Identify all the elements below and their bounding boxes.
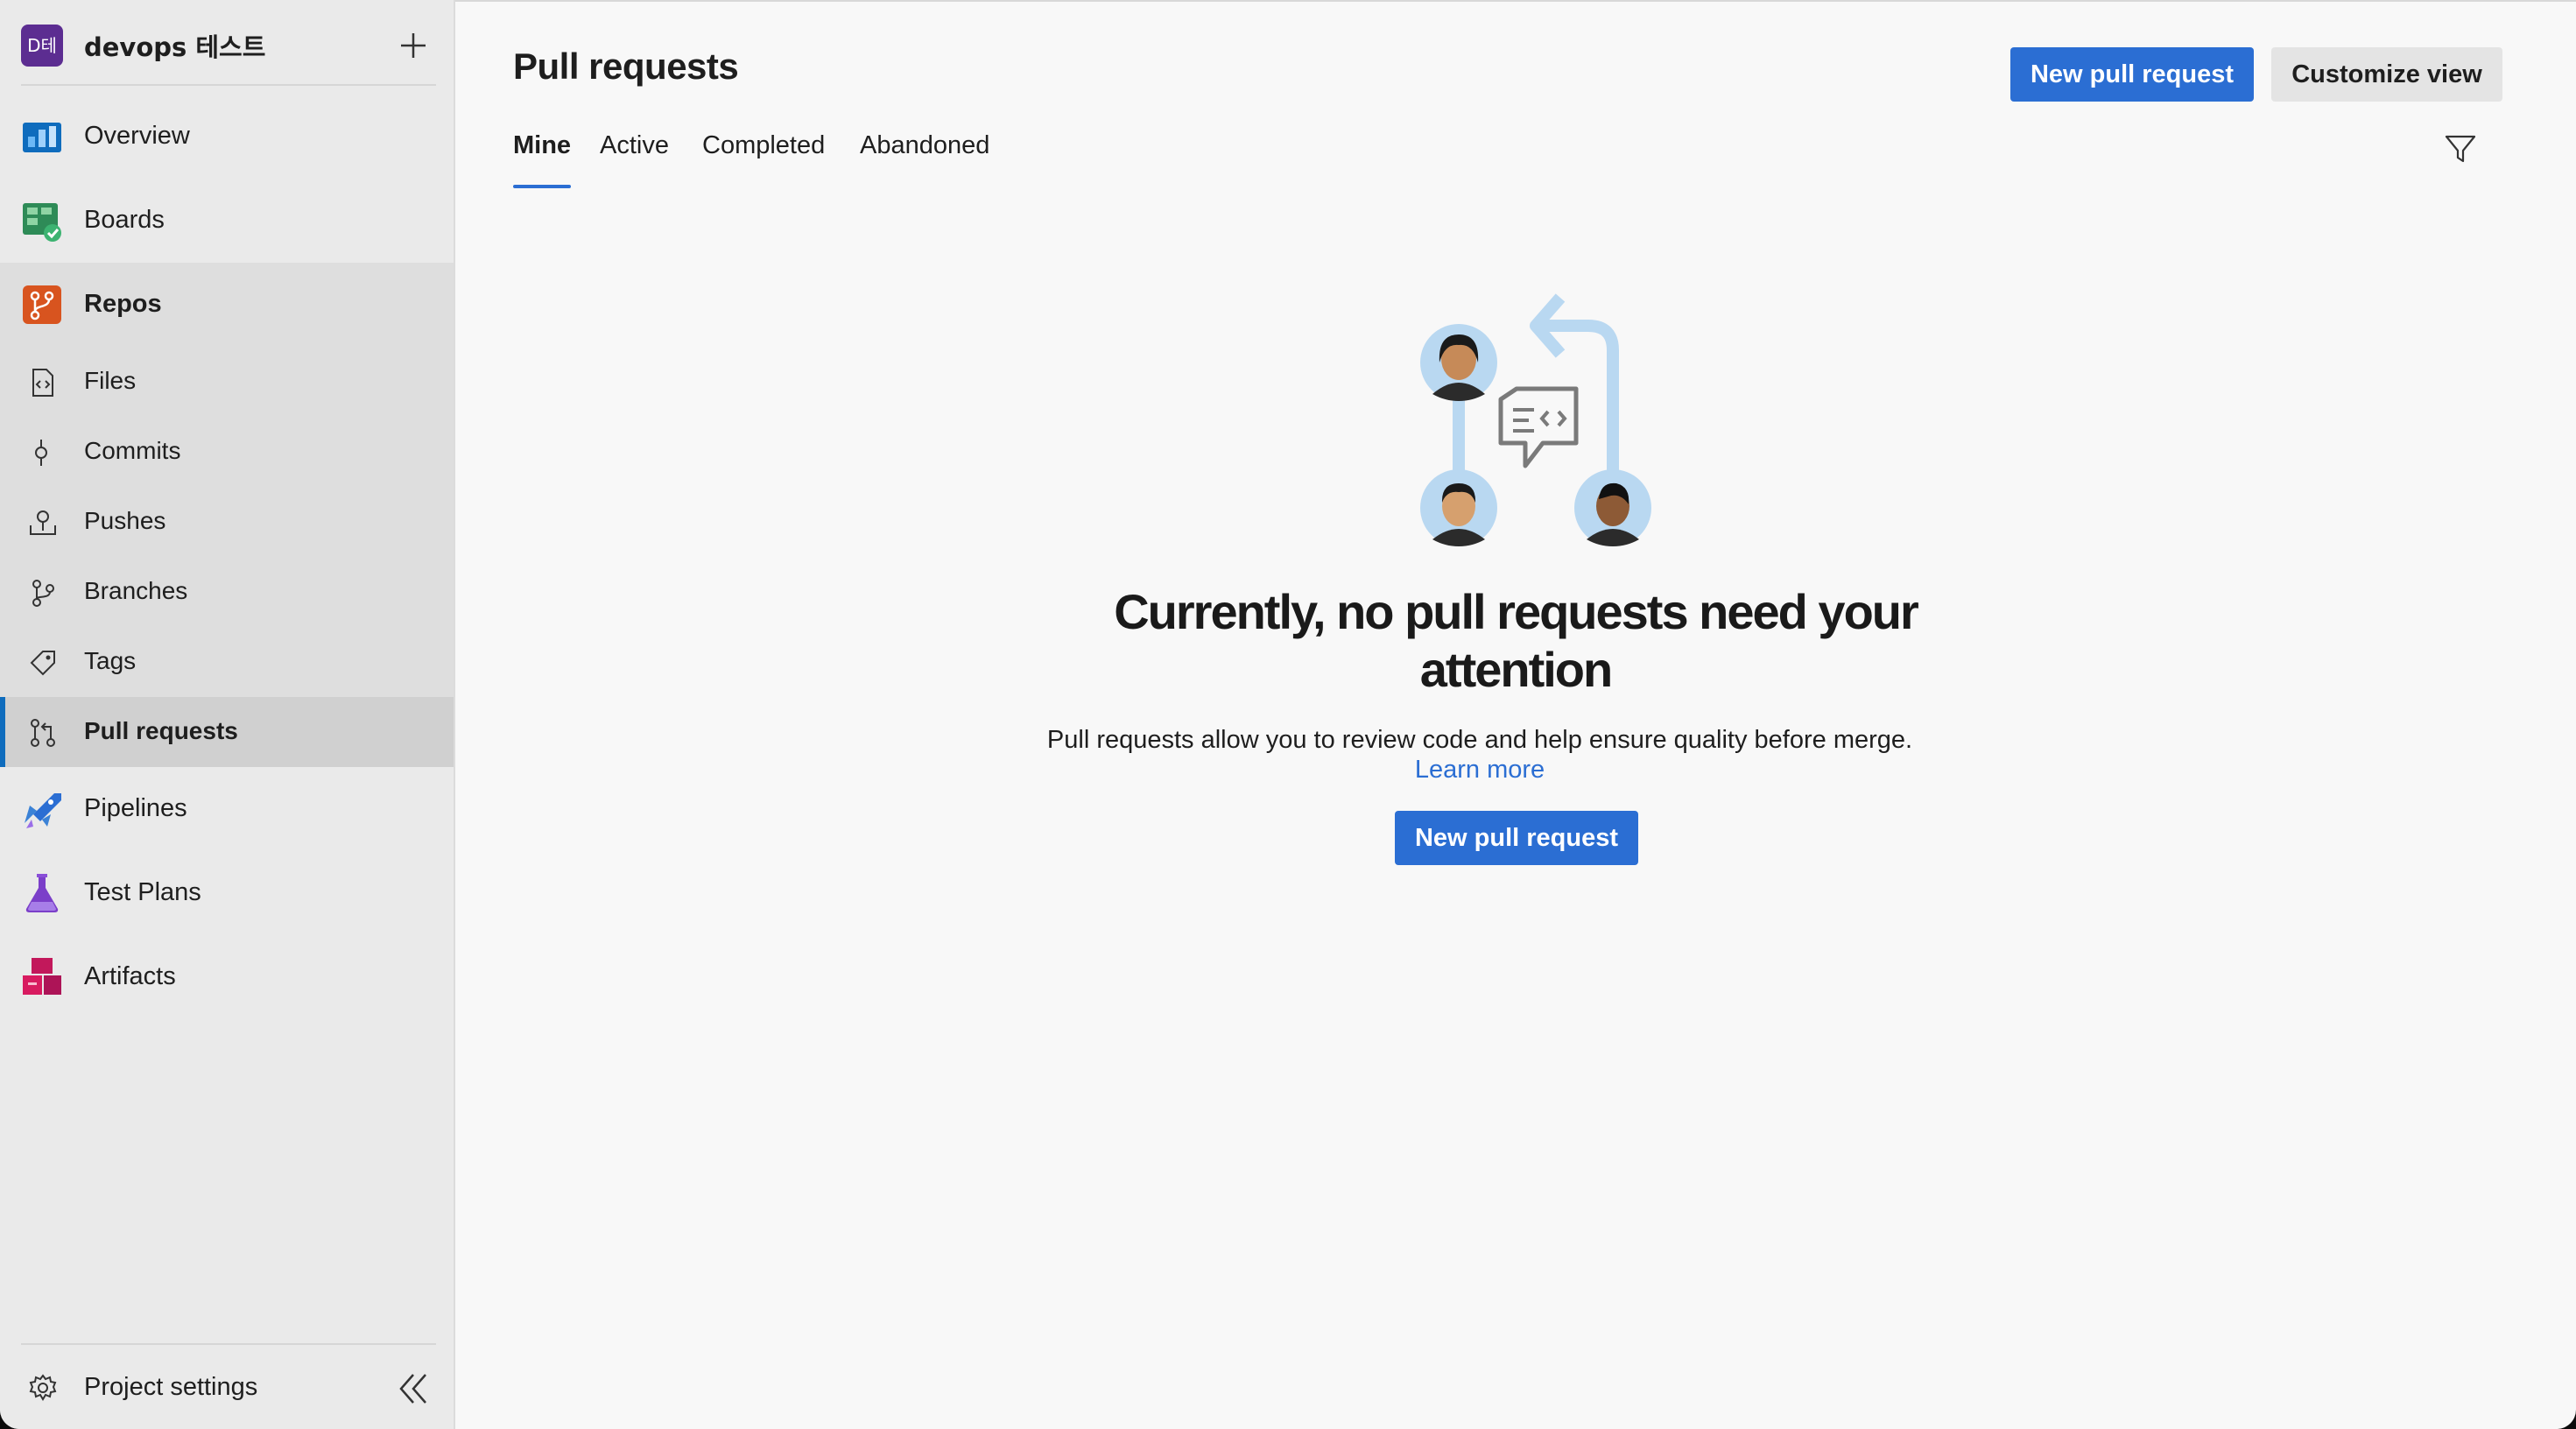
empty-state-description: Pull requests allow you to review code a… [1042, 725, 1918, 785]
empty-state-title-line2: attention [1419, 642, 1613, 697]
sidebar-item-label: Test Plans [84, 878, 201, 906]
sidebar-subitem-commits[interactable]: Commits [0, 417, 454, 487]
customize-view-button[interactable]: Customize view [2271, 47, 2502, 102]
sidebar-item-label: Boards [84, 206, 165, 234]
boards-icon [21, 200, 63, 242]
active-tab-indicator [513, 185, 571, 188]
sidebar-subitem-label: Files [84, 367, 137, 394]
main-content: Pull requests New pull request Customize… [455, 0, 2576, 1429]
tab-mine[interactable]: Mine [513, 131, 571, 160]
sidebar-subitem-pushes[interactable]: Pushes [0, 487, 454, 557]
overview-icon [21, 116, 63, 158]
project-name[interactable]: devops 테스트 [84, 27, 265, 64]
sidebar-item-boards[interactable]: Boards [0, 179, 454, 263]
filter-icon[interactable] [2443, 131, 2478, 166]
repos-group: Repos Files Commits Pushes Branches Tags… [0, 263, 454, 767]
sidebar-subitem-branches[interactable]: Branches [0, 557, 454, 627]
sidebar-item-label: Artifacts [84, 962, 176, 990]
project-avatar: D테 [21, 25, 63, 67]
sidebar-item-label: Repos [84, 290, 162, 318]
artifacts-icon [21, 956, 63, 998]
project-header[interactable]: D테 devops 테스트 [0, 0, 454, 86]
sidebar-subitem-label: Commits [84, 437, 181, 464]
sidebar-divider [21, 84, 436, 86]
tag-icon [28, 648, 58, 678]
repos-icon [21, 284, 63, 326]
sidebar-item-label: Overview [84, 122, 190, 150]
pull-request-icon [28, 718, 58, 748]
push-icon [28, 508, 58, 538]
test-plans-icon [21, 872, 63, 914]
sidebar-subitem-tags[interactable]: Tags [0, 627, 454, 697]
gear-icon [28, 1373, 58, 1403]
project-settings-label: Project settings [84, 1373, 258, 1401]
sidebar-item-overview[interactable]: Overview [0, 95, 454, 179]
learn-more-link[interactable]: Learn more [1415, 756, 1545, 784]
sidebar-subitem-files[interactable]: Files [0, 347, 454, 417]
tab-completed[interactable]: Completed [702, 131, 825, 160]
tab-active[interactable]: Active [600, 131, 669, 160]
empty-state-title: Currently, no pull requests need your at… [455, 583, 2576, 699]
empty-state-title-line1: Currently, no pull requests need your [1114, 584, 1919, 639]
project-settings[interactable]: Project settings [0, 1354, 454, 1424]
file-code-icon [28, 368, 58, 398]
new-pull-request-button[interactable]: New pull request [2010, 47, 2254, 102]
plus-icon[interactable] [392, 25, 434, 67]
sidebar-subitem-label: Branches [84, 577, 188, 604]
sidebar-item-pipelines[interactable]: Pipelines [0, 767, 454, 851]
sidebar-item-repos[interactable]: Repos [0, 263, 454, 347]
sidebar: D테 devops 테스트 Overview Boards Repos File… [0, 0, 455, 1429]
page-title: Pull requests [513, 46, 739, 87]
sidebar-item-label: Pipelines [84, 794, 187, 822]
empty-state-illustration [1392, 280, 1707, 560]
sidebar-item-test-plans[interactable]: Test Plans [0, 851, 454, 935]
branch-icon [28, 578, 58, 608]
sidebar-subitem-label: Tags [84, 647, 137, 674]
pipelines-icon [21, 788, 63, 830]
sidebar-subitem-label: Pushes [84, 507, 166, 534]
sidebar-bottom-divider [21, 1343, 436, 1345]
tab-abandoned[interactable]: Abandoned [860, 131, 989, 160]
sidebar-subitem-label: Pull requests [84, 717, 238, 744]
empty-state-description-text: Pull requests allow you to review code a… [1046, 726, 1913, 754]
sidebar-item-artifacts[interactable]: Artifacts [0, 935, 454, 1019]
app-window: D테 devops 테스트 Overview Boards Repos File… [0, 0, 2576, 1429]
empty-state-new-pull-request-button[interactable]: New pull request [1395, 811, 1638, 865]
commit-icon [28, 438, 58, 468]
double-chevron-left-icon[interactable] [394, 1369, 433, 1408]
sidebar-subitem-pull-requests[interactable]: Pull requests [0, 697, 454, 767]
